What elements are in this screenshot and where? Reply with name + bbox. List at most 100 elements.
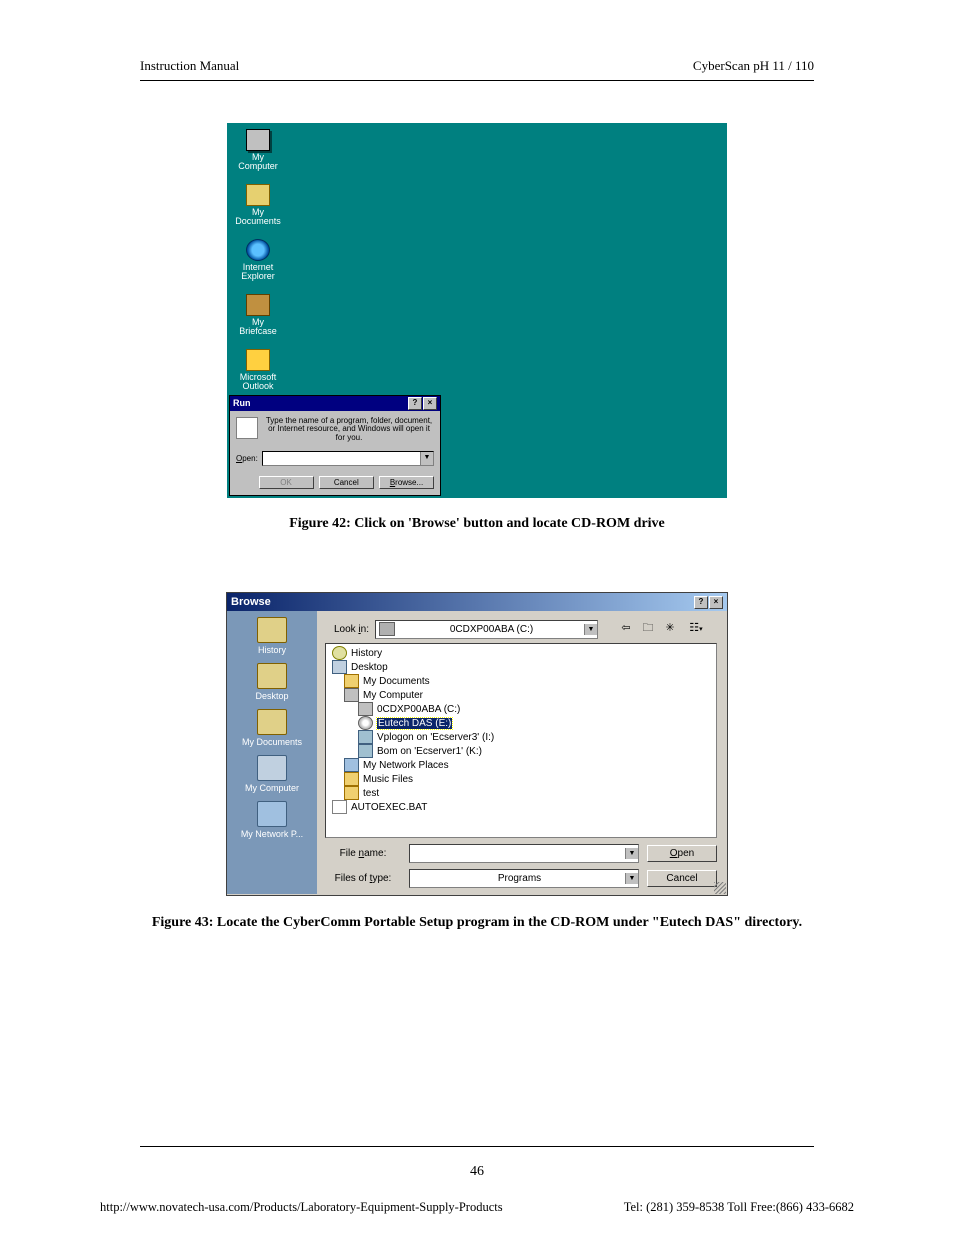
list-item[interactable]: Music Files [330,772,712,786]
list-item[interactable]: Eutech DAS (E:) [330,716,712,730]
places-my-computer[interactable]: My Computer [227,755,317,793]
figure-42-screenshot: My Computer My Documents Internet Explor… [227,123,727,498]
list-item[interactable]: test [330,786,712,800]
filename-dropdown-button[interactable]: ▼ [625,848,638,859]
list-item-label: 0CDXP00ABA (C:) [377,704,460,715]
list-item[interactable]: My Documents [330,674,712,688]
fold-icon [344,786,359,800]
places-my-documents[interactable]: My Documents [227,709,317,747]
netdr-icon [358,744,373,758]
drive-icon [358,702,373,716]
desk-icon [332,660,347,674]
my-network-place-icon [257,801,287,827]
my-computer-place-icon [257,755,287,781]
my-documents-label: My Documents [233,208,283,227]
run-browse-button[interactable]: Browse... [379,476,434,489]
my-computer-icon [246,129,270,151]
list-item-label: Bom on 'Ecserver1' (K:) [377,746,482,757]
list-item[interactable]: AUTOEXEC.BAT [330,800,712,814]
list-item[interactable]: 0CDXP00ABA (C:) [330,702,712,716]
page-number: 46 [0,1164,954,1180]
list-item[interactable]: My Network Places [330,758,712,772]
run-open-value [263,452,420,465]
toolbar-views-button[interactable]: ☷▾ [682,619,710,639]
footer-rule [140,1146,814,1147]
run-open-dropdown-button[interactable]: ▼ [420,452,433,465]
hist-icon [332,646,347,660]
cd-icon [358,716,373,730]
places-my-network[interactable]: My Network P... [227,801,317,839]
desktop-icon-my-documents[interactable]: My Documents [233,184,283,227]
my-documents-icon [246,184,270,206]
browse-dialog-titlebar[interactable]: Browse ?× [227,593,727,611]
browse-open-button[interactable]: Open [647,845,717,862]
list-item[interactable]: Bom on 'Ecserver1' (K:) [330,744,712,758]
list-item[interactable]: Vplogon on 'Ecserver3' (I:) [330,730,712,744]
toolbar-up-button[interactable]: 🗀 [638,619,658,639]
run-ok-button[interactable]: OK [259,476,314,489]
figure-43-screenshot: Browse ?× History Desktop My Documents M… [226,592,728,896]
header-rule [140,80,814,81]
toolbar-new-folder-button[interactable]: ✳ [660,619,680,639]
my-briefcase-label: My Briefcase [233,318,283,337]
lookin-combobox[interactable]: 0CDXP00ABA (C:) ▼ [375,620,598,639]
fold-icon [344,674,359,688]
resize-grip-icon[interactable] [714,882,726,894]
lookin-dropdown-button[interactable]: ▼ [584,624,597,635]
browse-cancel-button[interactable]: Cancel [647,870,717,887]
microsoft-outlook-icon [246,349,270,371]
desktop-icon-my-computer[interactable]: My Computer [233,129,283,172]
lookin-drive-icon [379,622,395,636]
filetype-dropdown-button[interactable]: ▼ [625,873,638,884]
list-item[interactable]: My Computer [330,688,712,702]
list-item[interactable]: History [330,646,712,660]
browse-close-button[interactable]: × [709,596,723,609]
netpl-icon [344,758,359,772]
list-item-label: Music Files [363,774,413,785]
filename-combobox[interactable]: ▼ [409,844,639,863]
filetype-combobox[interactable]: Programs ▼ [409,869,639,888]
places-history[interactable]: History [227,617,317,655]
drive-icon [344,688,359,702]
browse-file-list[interactable]: History Desktop My Documents My Computer 0CD… [325,643,717,838]
desktop-icon [257,663,287,689]
places-desktop[interactable]: Desktop [227,663,317,701]
run-dialog-titlebar[interactable]: Run ?× [230,396,440,411]
desktop-icon-my-briefcase[interactable]: My Briefcase [233,294,283,337]
lookin-value: 0CDXP00ABA (C:) [399,624,584,635]
figure-42-caption: Figure 42: Click on 'Browse' button and … [140,516,814,532]
list-item-label: Desktop [351,662,388,673]
toolbar-back-button[interactable]: ⇦ [616,619,636,639]
run-dialog-title: Run [233,398,251,408]
list-item-label: Vplogon on 'Ecserver3' (I:) [377,732,494,743]
desktop-icon-microsoft-outlook[interactable]: Microsoft Outlook [233,349,283,392]
file-icon [332,800,347,814]
list-item-label: My Computer [363,690,423,701]
internet-explorer-icon [246,239,270,261]
list-item-label: AUTOEXEC.BAT [351,802,427,813]
microsoft-outlook-label: Microsoft Outlook [233,373,283,392]
run-open-combobox[interactable]: ▼ [262,451,434,466]
run-open-label: Open: [236,454,258,463]
history-icon [257,617,287,643]
browse-dialog-title: Browse [231,596,271,608]
footer-url: http://www.novatech-usa.com/Products/Lab… [100,1200,503,1215]
internet-explorer-label: Internet Explorer [233,263,283,282]
run-description: Type the name of a program, folder, docu… [264,417,434,443]
figure-43-caption: Figure 43: Locate the CyberComm Portable… [140,914,814,933]
header-left: Instruction Manual [140,58,239,74]
run-cancel-button[interactable]: Cancel [319,476,374,489]
my-computer-label: My Computer [233,153,283,172]
netdr-icon [358,730,373,744]
list-item-label: My Documents [363,676,430,687]
desktop-icon-internet-explorer[interactable]: Internet Explorer [233,239,283,282]
header-right: CyberScan pH 11 / 110 [693,58,814,74]
browse-help-button[interactable]: ? [694,596,708,609]
run-close-button[interactable]: × [423,397,437,410]
run-help-button[interactable]: ? [408,397,422,410]
list-item[interactable]: Desktop [330,660,712,674]
browse-places-bar: History Desktop My Documents My Computer… [227,611,317,894]
run-dialog: Run ?× Type the name of a program, folde… [229,395,441,496]
list-item-label: Eutech DAS (E:) [377,718,452,729]
run-dialog-icon [236,417,258,439]
